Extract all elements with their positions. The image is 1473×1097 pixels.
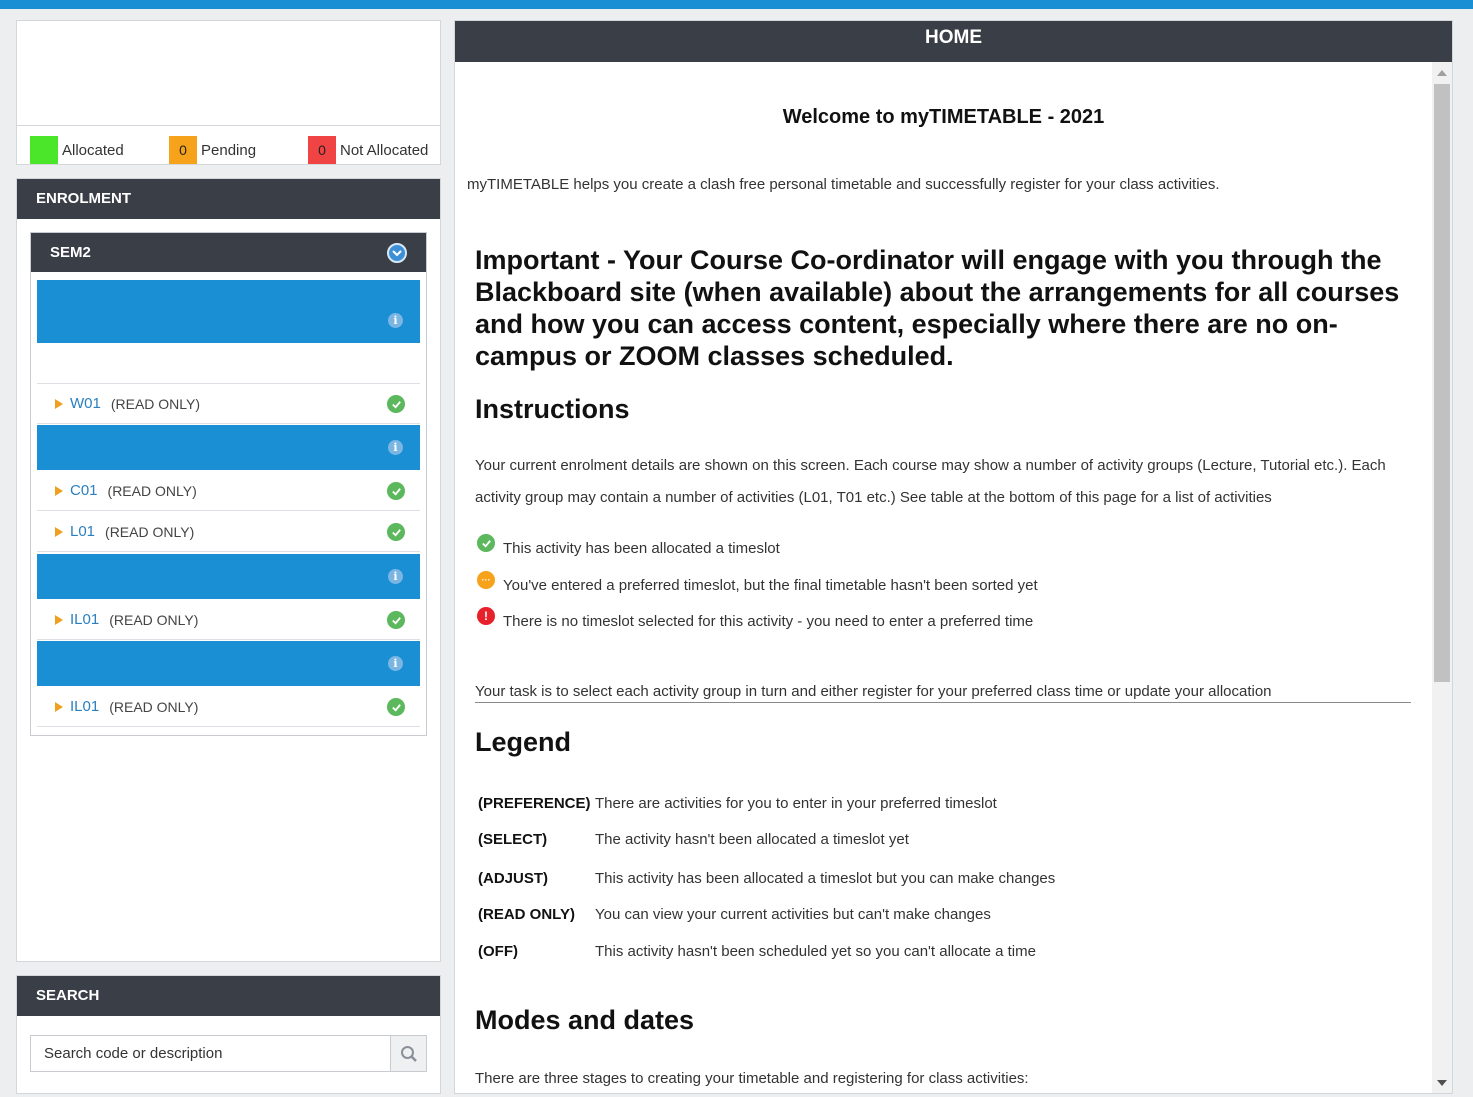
activity-row[interactable]: L01 (READ ONLY) xyxy=(37,512,420,552)
not-allocated-count: 0 xyxy=(308,136,336,164)
semester-label: SEM2 xyxy=(50,244,91,261)
legend-desc: The activity hasn't been allocated a tim… xyxy=(595,831,909,848)
legend-row: (SELECT) The activity hasn't been alloca… xyxy=(478,831,909,848)
pending-count: 0 xyxy=(169,136,197,164)
section-divider xyxy=(475,702,1411,703)
course-bar[interactable]: i xyxy=(37,280,420,343)
status-none-line: ! There is no timeslot selected for this… xyxy=(477,607,1034,630)
activity-row[interactable]: IL01 (READ ONLY) xyxy=(37,600,420,640)
activity-mode: (READ ONLY) xyxy=(109,698,199,715)
expand-arrow-icon[interactable] xyxy=(55,701,63,712)
expand-arrow-icon[interactable] xyxy=(55,526,63,537)
important-notice: Important - Your Course Co-ordinator wil… xyxy=(475,245,1400,371)
legend-allocated: Allocated xyxy=(30,136,124,164)
legend-desc: There are activities for you to enter in… xyxy=(595,795,997,812)
legend-key: (READ ONLY) xyxy=(478,906,575,923)
warning-exclamation-icon: ! xyxy=(477,607,495,625)
instructions-text: Your current enrolment details are shown… xyxy=(475,457,1386,506)
pending-dots-icon: ··· xyxy=(477,571,495,589)
scroll-down-arrow-icon[interactable] xyxy=(1437,1080,1447,1086)
allocated-check-icon xyxy=(387,698,405,716)
instructions-heading: Instructions xyxy=(475,394,630,424)
activity-row[interactable]: W01 (READ ONLY) xyxy=(37,384,420,424)
status-allocated-text: This activity has been allocated a times… xyxy=(503,539,780,557)
activity-code[interactable]: IL01 xyxy=(70,611,99,628)
home-content: Welcome to myTIMETABLE - 2021 myTIMETABL… xyxy=(455,62,1432,1093)
modes-text: There are three stages to creating your … xyxy=(475,1070,1029,1087)
activity-mode: (READ ONLY) xyxy=(107,482,197,499)
status-legend: Allocated 0 Pending 0 Not Allocated xyxy=(17,125,440,165)
info-icon[interactable]: i xyxy=(388,440,403,455)
allocated-swatch xyxy=(30,136,58,164)
collapse-chevron-icon[interactable] xyxy=(387,243,407,263)
legend-key: (OFF) xyxy=(478,943,518,960)
enrolment-panel: ENROLMENT SEM2 i W01 (READ ONLY) i C01 (… xyxy=(16,178,441,962)
allocated-check-icon xyxy=(387,523,405,541)
top-accent-bar xyxy=(0,0,1473,9)
search-icon xyxy=(400,1045,417,1062)
intro-text: myTIMETABLE helps you create a clash fre… xyxy=(467,176,1220,193)
scroll-up-arrow-icon[interactable] xyxy=(1437,70,1447,76)
search-box xyxy=(30,1035,427,1072)
activity-mode: (READ ONLY) xyxy=(105,523,195,540)
legend-not-allocated: 0 Not Allocated xyxy=(308,136,428,164)
activity-code[interactable]: IL01 xyxy=(70,698,99,715)
activity-mode: (READ ONLY) xyxy=(110,395,201,412)
legend-allocated-label: Allocated xyxy=(62,141,124,159)
status-none-text: There is no timeslot selected for this a… xyxy=(503,612,1034,630)
search-panel: SEARCH xyxy=(16,975,441,1094)
allocated-check-icon xyxy=(387,482,405,500)
semester-header[interactable]: SEM2 xyxy=(31,233,426,272)
legend-row: (ADJUST) This activity has been allocate… xyxy=(478,870,1055,887)
allocated-check-icon xyxy=(387,395,405,413)
search-title: SEARCH xyxy=(17,976,440,1016)
course-bar[interactable]: i xyxy=(37,425,420,470)
info-icon[interactable]: i xyxy=(388,569,403,584)
expand-arrow-icon[interactable] xyxy=(55,398,63,409)
activity-code[interactable]: W01 xyxy=(70,395,101,412)
expand-arrow-icon[interactable] xyxy=(55,614,63,625)
activity-mode: (READ ONLY) xyxy=(109,611,199,628)
legend-not-allocated-label: Not Allocated xyxy=(340,141,429,159)
status-pending-line: ··· You've entered a preferred timeslot,… xyxy=(477,571,1038,594)
content-scrollbar[interactable] xyxy=(1432,62,1452,1093)
welcome-heading: Welcome to myTIMETABLE - 2021 xyxy=(782,106,1105,128)
search-input[interactable] xyxy=(31,1036,391,1071)
info-icon[interactable]: i xyxy=(388,656,403,671)
legend-desc: This activity hasn't been scheduled yet … xyxy=(595,943,1036,960)
task-text: Your task is to select each activity gro… xyxy=(475,683,1272,700)
status-legend-panel: Allocated 0 Pending 0 Not Allocated xyxy=(16,20,441,165)
status-allocated-line: This activity has been allocated a times… xyxy=(477,534,780,557)
home-panel: HOME Welcome to myTIMETABLE - 2021 myTIM… xyxy=(454,20,1453,1094)
legend-key: (ADJUST) xyxy=(478,870,548,887)
activity-row[interactable]: IL01 (READ ONLY) xyxy=(37,687,420,727)
activity-code[interactable]: L01 xyxy=(70,523,95,540)
info-icon[interactable]: i xyxy=(388,313,403,328)
modes-heading: Modes and dates xyxy=(475,1005,695,1035)
legend-heading: Legend xyxy=(475,727,572,757)
legend-row: (PREFERENCE) There are activities for yo… xyxy=(478,795,997,812)
legend-desc: This activity has been allocated a times… xyxy=(595,870,1056,887)
search-button[interactable] xyxy=(390,1036,426,1071)
semester-group: SEM2 i W01 (READ ONLY) i C01 (READ ONLY)… xyxy=(30,232,427,736)
home-title: HOME xyxy=(455,21,1452,62)
legend-key: (SELECT) xyxy=(478,831,548,848)
legend-key: (PREFERENCE) xyxy=(478,795,591,812)
allocated-check-icon xyxy=(387,611,405,629)
allocated-check-icon xyxy=(477,534,495,552)
course-bar[interactable]: i xyxy=(37,641,420,686)
course-bar[interactable]: i xyxy=(37,554,420,599)
legend-row: (OFF) This activity hasn't been schedule… xyxy=(478,943,1036,960)
course-blank-row xyxy=(37,343,420,384)
scroll-thumb[interactable] xyxy=(1434,84,1450,682)
legend-desc: You can view your current activities but… xyxy=(595,906,991,923)
enrolment-title: ENROLMENT xyxy=(17,179,440,219)
expand-arrow-icon[interactable] xyxy=(55,485,63,496)
legend-row: (READ ONLY) You can view your current ac… xyxy=(478,906,991,923)
legend-pending: 0 Pending xyxy=(169,136,256,164)
activity-code[interactable]: C01 xyxy=(70,482,98,499)
status-pending-text: You've entered a preferred timeslot, but… xyxy=(503,576,1038,594)
activity-row[interactable]: C01 (READ ONLY) xyxy=(37,471,420,511)
legend-pending-label: Pending xyxy=(201,141,257,159)
